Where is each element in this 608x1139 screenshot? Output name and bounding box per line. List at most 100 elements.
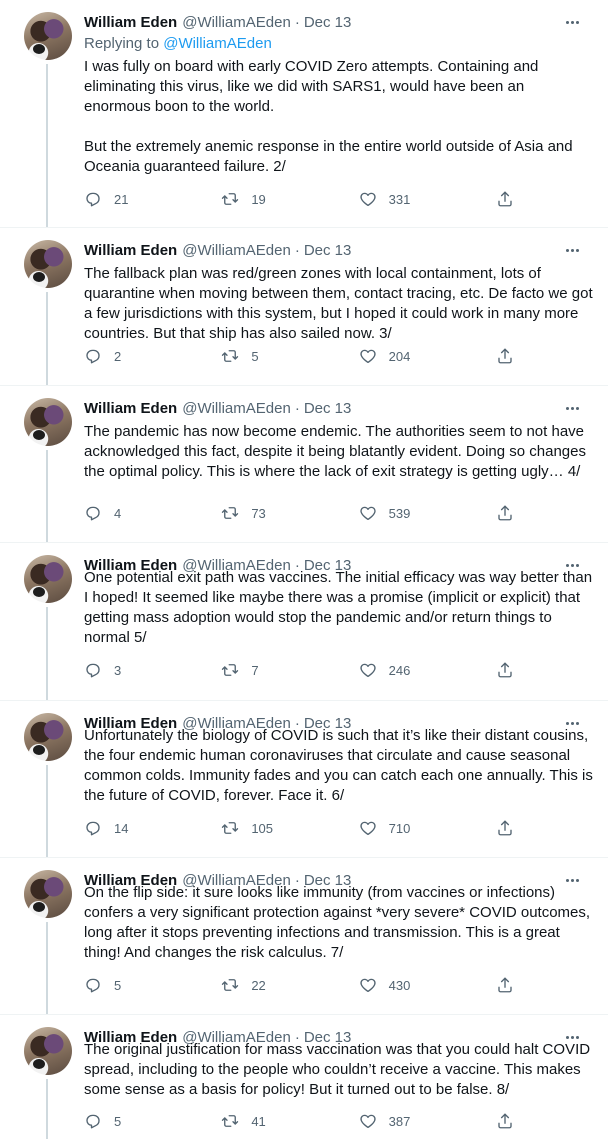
avatar[interactable] xyxy=(24,1027,72,1075)
retweet-button[interactable]: 41 xyxy=(221,1112,331,1130)
retweet-count: 5 xyxy=(251,348,259,364)
reply-button[interactable]: 3 xyxy=(84,661,194,679)
retweet-count: 73 xyxy=(251,505,266,521)
like-button[interactable]: 331 xyxy=(359,190,469,208)
share-button[interactable] xyxy=(496,1112,514,1130)
reply-count: 14 xyxy=(114,820,129,836)
tweet[interactable]: William Eden @WilliamAEden · Dec 13 Unfo… xyxy=(0,701,608,857)
retweet-count: 7 xyxy=(251,662,259,678)
avatar[interactable] xyxy=(24,870,72,918)
tweet[interactable]: William Eden @WilliamAEden · Dec 13 The … xyxy=(0,228,608,385)
like-button[interactable]: 430 xyxy=(359,976,469,994)
reply-button[interactable]: 5 xyxy=(84,1112,194,1130)
reply-icon xyxy=(86,978,100,993)
like-button[interactable]: 387 xyxy=(359,1112,469,1130)
tweet-thread: William Eden @WilliamAEden · Dec 13 Repl… xyxy=(0,0,608,1139)
share-button[interactable] xyxy=(496,347,514,365)
tweet-text: The fallback plan was red/green zones wi… xyxy=(84,265,597,342)
like-button[interactable]: 539 xyxy=(359,504,469,522)
like-button[interactable]: 246 xyxy=(359,661,469,679)
reply-count: 21 xyxy=(114,191,129,207)
author-name[interactable]: William Eden xyxy=(84,400,177,417)
more-icon[interactable] xyxy=(560,398,584,418)
reply-count: 2 xyxy=(114,348,122,364)
tweet-text: On the flip side: it sure looks like imm… xyxy=(84,884,595,961)
avatar[interactable] xyxy=(24,398,72,446)
like-count: 710 xyxy=(388,820,411,836)
share-icon xyxy=(498,1113,512,1129)
share-button[interactable] xyxy=(496,661,514,679)
thread-connector xyxy=(46,607,48,700)
tweet-header: William Eden @WilliamAEden · Dec 13 xyxy=(84,240,584,260)
share-icon xyxy=(498,977,512,993)
like-count: 331 xyxy=(388,191,411,207)
share-icon xyxy=(498,348,512,364)
reply-button[interactable]: 21 xyxy=(84,190,194,208)
retweet-icon xyxy=(222,193,239,205)
avatar[interactable] xyxy=(24,555,72,603)
thread-connector xyxy=(46,292,48,385)
thread-connector xyxy=(46,922,48,1014)
retweet-icon xyxy=(222,1115,239,1127)
tweet-actions: 2 5 204 xyxy=(84,346,514,366)
thread-connector xyxy=(46,450,48,542)
replying-to-link[interactable]: @WilliamAEden xyxy=(163,35,272,52)
tweet-header: William Eden @WilliamAEden · Dec 13 xyxy=(84,12,584,32)
tweet[interactable]: William Eden @WilliamAEden · Dec 13 One … xyxy=(0,543,608,700)
tweet-text: The pandemic has now become endemic. The… xyxy=(84,423,591,480)
replying-to: Replying to @WilliamAEden xyxy=(84,35,272,52)
share-icon xyxy=(498,505,512,521)
share-button[interactable] xyxy=(496,819,514,837)
retweet-button[interactable]: 22 xyxy=(221,976,331,994)
like-count: 246 xyxy=(388,662,411,678)
more-icon[interactable] xyxy=(560,12,584,32)
tweet[interactable]: William Eden @WilliamAEden · Dec 13 The … xyxy=(0,1015,608,1139)
avatar[interactable] xyxy=(24,713,72,761)
like-icon xyxy=(360,349,376,364)
author-name[interactable]: William Eden xyxy=(84,14,177,31)
retweet-button[interactable]: 105 xyxy=(221,819,331,837)
tweet-date[interactable]: Dec 13 xyxy=(304,242,352,259)
like-count: 204 xyxy=(388,348,411,364)
like-count: 387 xyxy=(388,1113,411,1129)
author-handle[interactable]: @WilliamAEden xyxy=(182,14,291,31)
tweet-actions: 21 19 331 xyxy=(84,189,514,209)
share-button[interactable] xyxy=(496,190,514,208)
reply-button[interactable]: 14 xyxy=(84,819,194,837)
tweet[interactable]: William Eden @WilliamAEden · Dec 13 Repl… xyxy=(0,0,608,227)
tweet[interactable]: William Eden @WilliamAEden · Dec 13 The … xyxy=(0,386,608,542)
share-icon xyxy=(498,662,512,678)
reply-icon xyxy=(86,192,100,207)
reply-button[interactable]: 4 xyxy=(84,504,194,522)
separator: · xyxy=(294,13,300,31)
reply-button[interactable]: 5 xyxy=(84,976,194,994)
share-icon xyxy=(498,191,512,207)
tweet-date[interactable]: Dec 13 xyxy=(304,400,352,417)
retweet-icon xyxy=(222,664,239,676)
like-button[interactable]: 204 xyxy=(359,347,469,365)
reply-button[interactable]: 2 xyxy=(84,347,194,365)
retweet-button[interactable]: 5 xyxy=(221,347,331,365)
tweet-actions: 4 73 539 xyxy=(84,503,514,523)
separator: · xyxy=(294,399,300,417)
retweet-button[interactable]: 19 xyxy=(221,190,331,208)
tweet-header: William Eden @WilliamAEden · Dec 13 xyxy=(84,398,584,418)
author-handle[interactable]: @WilliamAEden xyxy=(182,400,291,417)
author-name[interactable]: William Eden xyxy=(84,242,177,259)
tweet-actions: 3 7 246 xyxy=(84,660,514,680)
retweet-button[interactable]: 73 xyxy=(221,504,331,522)
tweet-date[interactable]: Dec 13 xyxy=(304,14,352,31)
retweet-count: 41 xyxy=(251,1113,266,1129)
share-button[interactable] xyxy=(496,504,514,522)
author-handle[interactable]: @WilliamAEden xyxy=(182,242,291,259)
tweet-actions: 5 41 387 xyxy=(84,1111,514,1131)
more-icon[interactable] xyxy=(560,240,584,260)
avatar[interactable] xyxy=(24,12,72,60)
thread-connector xyxy=(46,1079,48,1139)
retweet-button[interactable]: 7 xyxy=(221,661,331,679)
like-button[interactable]: 710 xyxy=(359,819,469,837)
retweet-icon xyxy=(222,822,239,834)
share-button[interactable] xyxy=(496,976,514,994)
tweet[interactable]: William Eden @WilliamAEden · Dec 13 On t… xyxy=(0,858,608,1014)
avatar[interactable] xyxy=(24,240,72,288)
